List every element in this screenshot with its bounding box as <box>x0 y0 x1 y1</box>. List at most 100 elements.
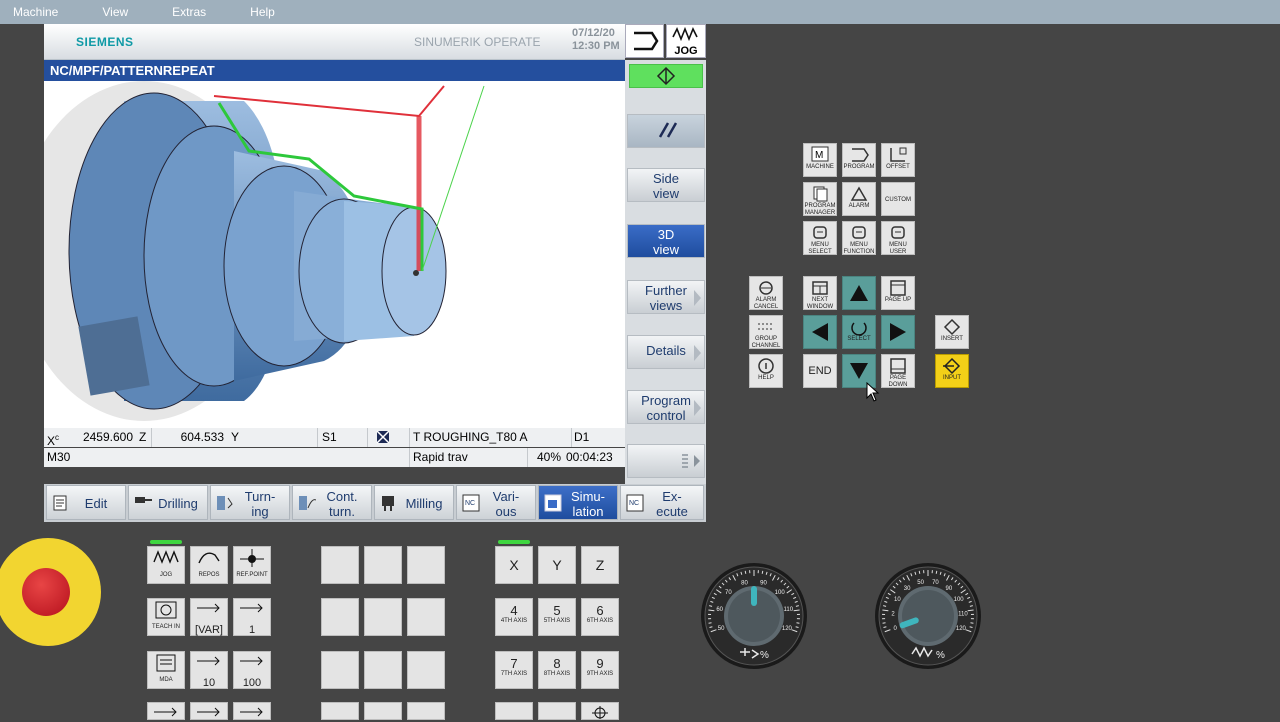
blank-key[interactable] <box>364 651 402 689</box>
next-window-key[interactable]: NEXT WINDOW <box>803 276 837 310</box>
select-key[interactable]: SELECT <box>842 315 876 349</box>
blank-key[interactable] <box>407 651 445 689</box>
machine-key[interactable]: M MACHINE <box>803 143 837 177</box>
axis-6-key[interactable]: 66TH AXIS <box>581 598 619 636</box>
cursor-right-key[interactable] <box>881 315 915 349</box>
menu-select-key[interactable]: MENU SELECT <box>803 221 837 255</box>
feed-mode: Rapid trav <box>410 448 528 467</box>
offset-key[interactable]: OFFSET <box>881 143 915 177</box>
jog-key[interactable]: JOG <box>147 546 185 584</box>
axis-7-key[interactable]: 77TH AXIS <box>495 651 533 689</box>
dial-tick <box>919 571 920 574</box>
page-up-key[interactable]: PAGE UP <box>881 276 915 310</box>
softkey-side-view[interactable]: Side view <box>627 168 705 202</box>
simulation-view[interactable] <box>44 81 625 428</box>
custom-key[interactable]: CUSTOM <box>881 182 915 216</box>
menu-function-key[interactable]: MENU FUNCTION <box>842 221 876 255</box>
increment-100-key[interactable]: 100 <box>233 651 271 689</box>
var-increment-key[interactable]: [VAR] <box>190 598 228 636</box>
softkey-details[interactable]: Details <box>627 335 705 369</box>
mcp-key-row4-1[interactable] <box>147 702 185 720</box>
emergency-stop-button[interactable] <box>0 538 101 646</box>
menu-user-key[interactable]: MENU USER <box>881 221 915 255</box>
softkey-program-control[interactable]: Program control <box>627 390 705 424</box>
spindle-override-dial[interactable]: 5060708090100110120 % <box>700 562 808 670</box>
axis-key-row4-2[interactable] <box>538 702 576 720</box>
teach-in-key[interactable]: TEACH IN <box>147 598 185 636</box>
mda-key[interactable]: MDA <box>147 651 185 689</box>
menu-help[interactable]: Help <box>237 5 288 19</box>
spindle-label: S1 <box>318 428 368 447</box>
group-channel-icon <box>755 318 777 336</box>
feed-override-dial[interactable]: 021030507090100110120 % <box>874 562 982 670</box>
softkey-further-views[interactable]: Further views <box>627 280 705 314</box>
mcp-key-row4-2[interactable] <box>190 702 228 720</box>
menu-view[interactable]: View <box>89 5 141 19</box>
blank-key[interactable] <box>321 546 359 584</box>
cursor-up-key[interactable] <box>842 276 876 310</box>
softkey-contour-turning[interactable]: Cont.turn. <box>292 485 372 520</box>
axis-x-key[interactable]: X <box>495 546 533 584</box>
dial-tick-label: 90 <box>760 580 767 586</box>
menu-user-icon <box>887 224 909 242</box>
axis-9-key[interactable]: 99TH AXIS <box>581 651 619 689</box>
position-row: Xc 2459.600 Z 604.533 Y S1 T ROUGHING_T8… <box>44 428 625 447</box>
x-axis-sup: c <box>55 433 59 442</box>
axis-8-key[interactable]: 88TH AXIS <box>538 651 576 689</box>
softkey-various[interactable]: NC Vari-ous <box>456 485 536 520</box>
softkey-turning[interactable]: Turn-ing <box>210 485 290 520</box>
blank-key[interactable] <box>321 598 359 636</box>
group-channel-key[interactable]: GROUP CHANNEL <box>749 315 783 349</box>
menu-machine[interactable]: Machine <box>0 5 71 19</box>
mcp-key-row4-3[interactable] <box>233 702 271 720</box>
dial-tick-label: 50 <box>718 626 725 632</box>
repos-key[interactable]: REPOS <box>190 546 228 584</box>
blank-key[interactable] <box>321 702 359 720</box>
cursor-left-key[interactable] <box>803 315 837 349</box>
page-down-key[interactable]: PAGE DOWN <box>881 354 915 388</box>
alarm-cancel-key[interactable]: ALARM CANCEL <box>749 276 783 310</box>
insert-key[interactable]: INSERT <box>935 315 969 349</box>
ref-point-key[interactable]: REF.POINT <box>233 546 271 584</box>
horizontal-softkey-bar: Edit Drilling Turn-ing Cont.turn. Millin… <box>44 484 706 522</box>
softkey-execute[interactable]: NC Ex-ecute <box>620 485 704 520</box>
end-key[interactable]: END <box>803 354 837 388</box>
program-manager-key[interactable]: PROGRAM MANAGER <box>803 182 837 216</box>
blank-key[interactable] <box>364 598 402 636</box>
softkey-simulation[interactable]: Simu-lation <box>538 485 618 520</box>
softkey-edit[interactable]: Edit <box>46 485 126 520</box>
softkey-milling[interactable]: Milling <box>374 485 454 520</box>
blank-key[interactable] <box>407 598 445 636</box>
chevron-right-icon <box>694 400 701 416</box>
alarm-key[interactable]: ALARM <box>842 182 876 216</box>
axis-5-key[interactable]: 55TH AXIS <box>538 598 576 636</box>
teach-in-icon <box>148 599 184 621</box>
increment-10-key[interactable]: 10 <box>190 651 228 689</box>
green-diamond-icon <box>629 64 703 88</box>
rapid-traverse-key[interactable] <box>581 702 619 720</box>
axis-z-key[interactable]: Z <box>581 546 619 584</box>
dial-tick-label: 120 <box>782 626 793 632</box>
blank-key[interactable] <box>407 702 445 720</box>
blank-key[interactable] <box>407 546 445 584</box>
softkey-more[interactable] <box>627 444 705 478</box>
date-time: 07/12/20 12:30 PM <box>572 27 624 53</box>
select-icon <box>848 318 870 336</box>
program-icon[interactable] <box>625 24 664 58</box>
input-key[interactable]: INPUT <box>935 354 969 388</box>
menu-extras[interactable]: Extras <box>159 5 219 19</box>
increment-1-key[interactable]: 1 <box>233 598 271 636</box>
softkey-drilling[interactable]: Drilling <box>128 485 208 520</box>
blank-key[interactable] <box>321 651 359 689</box>
dial-tick-label: 100 <box>954 597 965 603</box>
program-key[interactable]: PROGRAM <box>842 143 876 177</box>
softkey-3d-view[interactable]: 3D view <box>627 224 705 258</box>
axis-key-row4-1[interactable] <box>495 702 533 720</box>
help-key[interactable]: HELP <box>749 354 783 388</box>
blank-key[interactable] <box>364 546 402 584</box>
axis-4-key[interactable]: 44TH AXIS <box>495 598 533 636</box>
edit-icon <box>52 494 70 512</box>
blank-key[interactable] <box>364 702 402 720</box>
axis-y-key[interactable]: Y <box>538 546 576 584</box>
axis-x-led <box>498 540 530 544</box>
